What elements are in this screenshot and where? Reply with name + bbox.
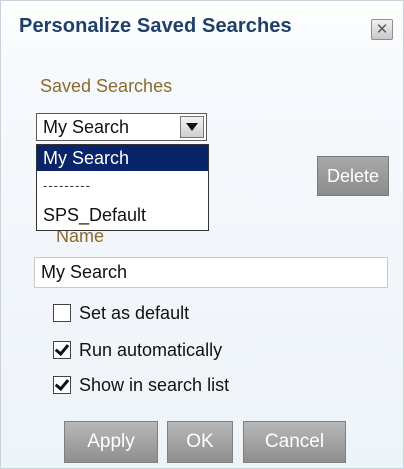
name-input[interactable] <box>34 257 388 288</box>
show-in-search-list-checkbox[interactable] <box>53 375 71 394</box>
run-automatically-checkbox[interactable] <box>53 340 71 359</box>
delete-button[interactable]: Delete <box>317 156 389 196</box>
close-button[interactable]: ✕ <box>371 19 393 40</box>
saved-searches-select[interactable]: My Search <box>36 113 207 141</box>
dropdown-option-my-search[interactable]: My Search <box>37 145 208 171</box>
run-automatically-label: Run automatically <box>79 339 223 360</box>
run-automatically-option: Run automatically <box>53 338 222 362</box>
set-as-default-option: Set as default <box>53 301 189 325</box>
show-in-search-list-label: Show in search list <box>79 374 230 395</box>
show-in-search-list-option: Show in search list <box>53 373 229 397</box>
dropdown-option-separator[interactable]: --------- <box>37 173 208 199</box>
personalize-saved-searches-dialog: Personalize Saved Searches ✕ Saved Searc… <box>0 0 404 469</box>
ok-button[interactable]: OK <box>167 421 233 463</box>
checkmark-icon <box>54 340 70 357</box>
select-value: My Search <box>43 117 130 137</box>
chevron-down-icon <box>186 123 198 131</box>
checkmark-icon <box>54 375 70 392</box>
close-icon: ✕ <box>375 21 389 38</box>
set-as-default-checkbox[interactable] <box>53 304 71 322</box>
saved-searches-dropdown-list: My Search --------- SPS_Default <box>36 144 209 231</box>
set-as-default-label: Set as default <box>79 302 190 323</box>
dialog-title: Personalize Saved Searches <box>19 15 292 37</box>
saved-searches-label: Saved Searches <box>40 76 173 96</box>
dropdown-option-sps-default[interactable]: SPS_Default <box>37 202 208 228</box>
dropdown-arrow-button[interactable] <box>180 116 204 138</box>
cancel-button[interactable]: Cancel <box>243 421 346 463</box>
apply-button[interactable]: Apply <box>64 421 158 463</box>
